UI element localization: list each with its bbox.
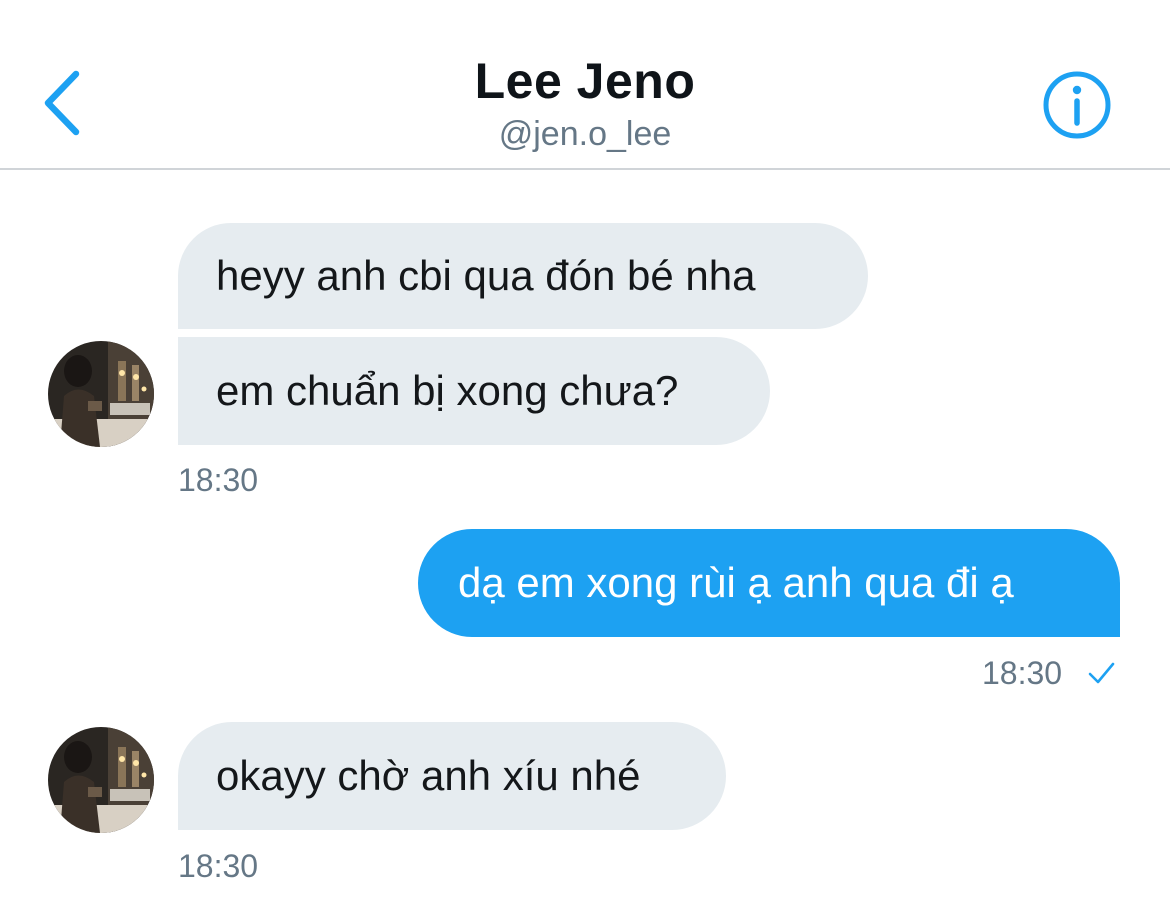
- message-text: heyy anh cbi qua đón bé nha: [216, 252, 756, 299]
- avatar-image: [48, 341, 154, 447]
- avatar-image: [48, 727, 154, 833]
- message-bubble-incoming[interactable]: okayy chờ anh xíu nhé: [178, 722, 726, 830]
- avatar[interactable]: [48, 727, 154, 833]
- message-timestamp: 18:30: [982, 655, 1063, 691]
- info-icon: [1043, 71, 1111, 139]
- message-text: okayy chờ anh xíu nhé: [216, 752, 641, 799]
- conversation-header: Lee Jeno @jen.o_lee: [0, 0, 1170, 170]
- checkmark-icon: [1088, 662, 1115, 684]
- message-bubble-incoming[interactable]: heyy anh cbi qua đón bé nha: [178, 223, 868, 329]
- message-timestamp: 18:30: [178, 848, 259, 884]
- message-text: dạ em xong rùi ạ anh qua đi ạ: [458, 559, 1014, 606]
- avatar[interactable]: [48, 341, 154, 447]
- message-text: em chuẩn bị xong chưa?: [216, 367, 679, 414]
- message-timestamp: 18:30: [178, 462, 259, 498]
- message-bubble-incoming[interactable]: em chuẩn bị xong chưa?: [178, 337, 770, 445]
- info-button[interactable]: [1042, 70, 1112, 140]
- message-bubble-outgoing[interactable]: dạ em xong rùi ạ anh qua đi ạ: [418, 529, 1120, 637]
- dm-conversation-screen: Lee Jeno @jen.o_lee heyy anh cbi qua đón…: [0, 0, 1170, 921]
- contact-handle[interactable]: @jen.o_lee: [0, 115, 1170, 154]
- contact-name[interactable]: Lee Jeno: [0, 52, 1170, 110]
